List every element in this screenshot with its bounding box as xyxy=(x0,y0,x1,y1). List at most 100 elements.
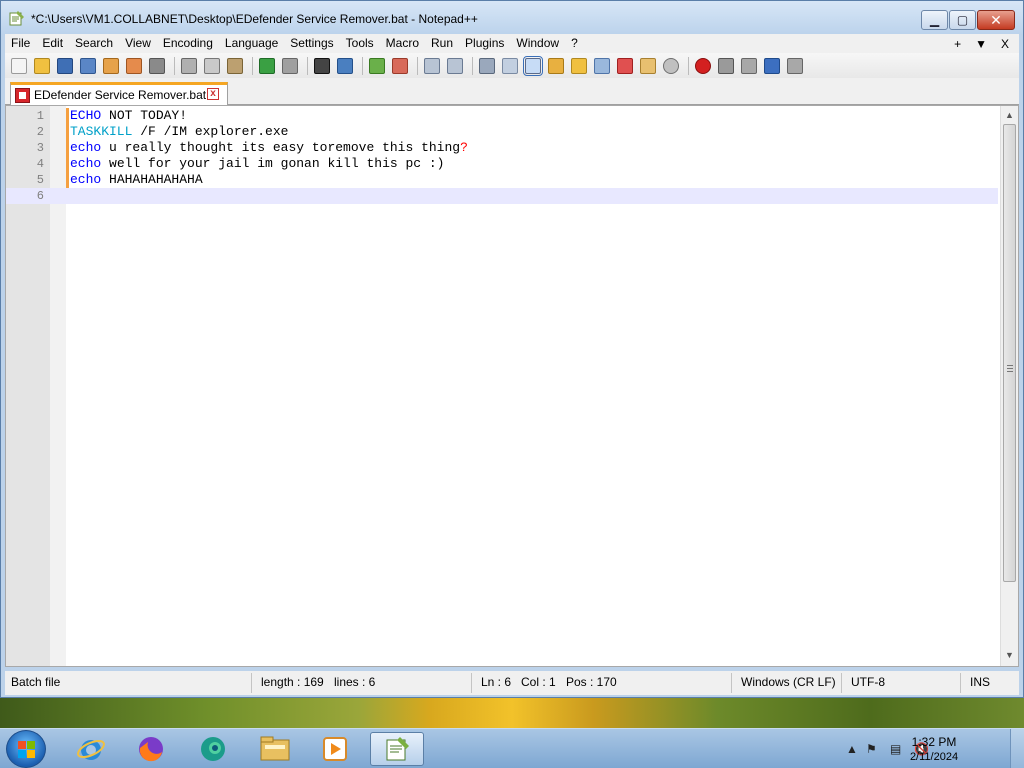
find-icon[interactable] xyxy=(314,57,330,74)
macro-play-icon[interactable] xyxy=(741,57,757,74)
maximize-icon: ▢ xyxy=(956,13,969,27)
status-encoding[interactable]: UTF-8 xyxy=(851,675,885,689)
code-line[interactable]: 1 ECHO NOT TODAY! xyxy=(6,108,998,124)
menu-window[interactable]: Window xyxy=(510,34,565,53)
code-line[interactable]: 6 xyxy=(6,188,998,204)
menu-bar: File Edit Search View Encoding Language … xyxy=(5,34,1019,53)
code-line[interactable]: 5 echo HAHAHAHAHAHA xyxy=(6,172,998,188)
redo-icon[interactable] xyxy=(282,57,298,74)
toolbar-separator xyxy=(472,56,473,75)
document-list-icon[interactable] xyxy=(594,57,610,74)
macro-save-icon[interactable] xyxy=(787,57,803,74)
scroll-thumb[interactable] xyxy=(1003,124,1016,582)
taskbar-notepadpp[interactable] xyxy=(370,732,424,766)
code-text: echo well for your jail im gonan kill th… xyxy=(70,156,444,172)
code-line[interactable]: 3 echo u really thought its easy toremove… xyxy=(6,140,998,156)
notepadpp-icon xyxy=(386,737,409,761)
clock-date[interactable]: 2/11/2024 xyxy=(899,751,969,763)
clock-time[interactable]: 1:32 PM xyxy=(899,735,969,749)
status-eol[interactable]: Windows (CR LF) xyxy=(741,675,836,689)
taskbar-firefox[interactable] xyxy=(124,732,178,766)
document-map-icon[interactable] xyxy=(571,57,587,74)
line-number: 2 xyxy=(36,125,44,139)
monitoring-eye-icon[interactable] xyxy=(663,57,679,74)
taskbar-edge[interactable] xyxy=(186,732,240,766)
code-argument: well for your jail im gonan kill this pc… xyxy=(101,156,445,171)
word-wrap-icon[interactable] xyxy=(479,57,495,74)
tab-list-dropdown-button[interactable]: ▼ xyxy=(975,37,987,51)
show-all-characters-icon[interactable] xyxy=(502,57,518,74)
copy-icon[interactable] xyxy=(204,57,220,74)
maximize-button[interactable]: ▢ xyxy=(949,10,976,30)
save-icon[interactable] xyxy=(57,57,73,74)
menu-help[interactable]: ? xyxy=(565,34,584,53)
code-text: TASKKILL /F /IM explorer.exe xyxy=(70,124,288,140)
firefox-icon xyxy=(139,737,163,762)
zoom-out-icon[interactable] xyxy=(392,57,408,74)
minimize-icon: ▁ xyxy=(929,13,940,27)
menu-macro[interactable]: Macro xyxy=(380,34,425,53)
tab-close-icon[interactable]: x xyxy=(207,88,219,100)
code-line[interactable]: 4 echo well for your jail im gonan kill t… xyxy=(6,156,998,172)
sync-vertical-icon[interactable] xyxy=(424,57,440,74)
tab-edefender-service-remover[interactable]: EDefender Service Remover.bat x xyxy=(10,82,228,105)
taskbar-internet-explorer[interactable] xyxy=(64,732,118,766)
taskbar-media-player[interactable] xyxy=(308,732,362,766)
macro-run-multiple-icon[interactable] xyxy=(764,57,780,74)
vertical-scrollbar[interactable]: ▲ ▼ xyxy=(1000,106,1018,666)
menu-search[interactable]: Search xyxy=(69,34,119,53)
menu-file[interactable]: File xyxy=(5,34,36,53)
save-all-icon[interactable] xyxy=(80,57,96,74)
toolbar-separator xyxy=(174,56,175,75)
menu-run[interactable]: Run xyxy=(425,34,459,53)
function-list-icon[interactable] xyxy=(617,57,633,74)
status-insert-mode[interactable]: INS xyxy=(970,675,990,689)
folder-as-workspace-icon[interactable] xyxy=(640,57,656,74)
menu-encoding[interactable]: Encoding xyxy=(157,34,219,53)
macro-stop-icon[interactable] xyxy=(718,57,734,74)
open-file-icon[interactable] xyxy=(34,57,50,74)
menu-view[interactable]: View xyxy=(119,34,157,53)
code-argument: u really thought its easy toremove this … xyxy=(101,140,461,155)
code-editor[interactable]: 1 ECHO NOT TODAY! 2 TASKKILL /F /IM explore… xyxy=(5,105,1019,667)
code-argument: HAHAHAHAHAHA xyxy=(101,172,203,187)
replace-icon[interactable] xyxy=(337,57,353,74)
paste-icon[interactable] xyxy=(227,57,243,74)
undo-icon[interactable] xyxy=(259,57,275,74)
new-tab-plus-button[interactable]: + xyxy=(954,37,961,51)
minimize-button[interactable]: ▁ xyxy=(921,10,948,30)
show-hidden-icons-icon[interactable]: ▲ xyxy=(846,742,858,756)
print-icon[interactable] xyxy=(149,57,165,74)
cut-icon[interactable] xyxy=(181,57,197,74)
menu-tools[interactable]: Tools xyxy=(340,34,380,53)
sync-horizontal-icon[interactable] xyxy=(447,57,463,74)
close-button[interactable]: ✕ xyxy=(977,10,1015,30)
menu-plugins[interactable]: Plugins xyxy=(459,34,510,53)
scroll-up-arrow-icon[interactable]: ▲ xyxy=(1004,110,1015,122)
status-line: Ln : 6 xyxy=(481,675,512,689)
close-document-button[interactable]: X xyxy=(1001,37,1009,51)
code-line[interactable]: 2 TASKKILL /F /IM explorer.exe xyxy=(6,124,998,140)
show-desktop-button[interactable] xyxy=(1010,729,1024,768)
start-button[interactable] xyxy=(6,730,46,768)
new-file-icon[interactable] xyxy=(11,57,27,74)
code-keyword: echo xyxy=(70,140,102,155)
taskbar: ▲ ⚑ ▤ 🔇 1:32 PM 2/11/2024 xyxy=(0,728,1024,768)
action-center-flag-icon[interactable]: ⚑ xyxy=(866,742,877,756)
menu-settings[interactable]: Settings xyxy=(284,34,339,53)
indent-guide-icon[interactable] xyxy=(523,55,543,76)
define-language-icon[interactable] xyxy=(548,57,564,74)
title-bar[interactable]: *C:\Users\VM1.COLLABNET\Desktop\EDefende… xyxy=(1,1,1023,34)
taskbar-file-explorer[interactable] xyxy=(248,732,302,766)
tab-bar: EDefender Service Remover.bat x xyxy=(5,78,1019,105)
close-all-icon[interactable] xyxy=(126,57,142,74)
status-bar: Batch file length : 169 lines : 6 Ln : 6… xyxy=(5,671,1019,695)
menu-edit[interactable]: Edit xyxy=(36,34,69,53)
menu-language[interactable]: Language xyxy=(219,34,284,53)
zoom-in-icon[interactable] xyxy=(369,57,385,74)
close-file-icon[interactable] xyxy=(103,57,119,74)
status-length: length : 169 xyxy=(261,675,324,689)
code-keyword: ECHO xyxy=(70,108,102,123)
macro-record-icon[interactable] xyxy=(695,57,711,74)
scroll-down-arrow-icon[interactable]: ▼ xyxy=(1004,650,1015,662)
